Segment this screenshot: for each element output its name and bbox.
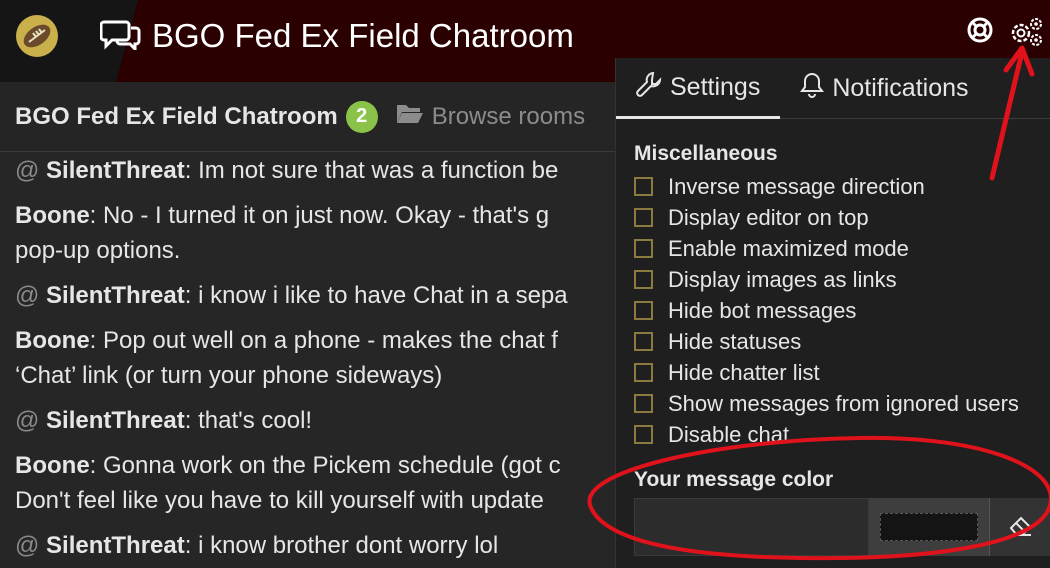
message: Boone: Gonna work on the Pickem schedule… <box>15 448 615 518</box>
message-color-control <box>634 498 1050 556</box>
options-list: Inverse message direction Display editor… <box>634 171 1019 450</box>
option-display-images-as-links[interactable]: Display images as links <box>634 264 1019 295</box>
option-label: Show messages from ignored users <box>668 390 1019 416</box>
room-name[interactable]: BGO Fed Ex Field Chatroom <box>15 103 338 131</box>
wrench-icon <box>636 71 662 104</box>
clear-color-button[interactable] <box>989 498 1050 556</box>
checkbox[interactable] <box>634 363 653 382</box>
mention-at: @ <box>15 157 40 184</box>
message: Boone: No - I turned it on just now. Oka… <box>15 198 615 268</box>
tab-settings-label: Settings <box>670 72 761 101</box>
checkbox[interactable] <box>634 177 653 196</box>
checkbox[interactable] <box>634 332 653 351</box>
message-text: : Im not sure that was a function be <box>184 157 559 184</box>
panel-tabs: Settings Notifications <box>616 58 1050 119</box>
message-list: @ SilentThreat: Im not sure that was a f… <box>0 153 615 568</box>
mention-at: @ <box>15 532 40 559</box>
browse-rooms-label: Browse rooms <box>431 102 586 130</box>
message-author[interactable]: SilentThreat <box>46 407 185 434</box>
option-hide-statuses[interactable]: Hide statuses <box>634 326 1019 357</box>
message: Boone: Pop out well on a phone - makes t… <box>15 323 615 393</box>
browse-rooms-link[interactable]: Browse rooms <box>396 102 585 131</box>
member-count-badge: 2 <box>345 100 378 133</box>
tab-settings[interactable]: Settings <box>616 58 781 119</box>
message-author[interactable]: Boone <box>15 202 90 229</box>
message-text: : i know i like to have Chat in a sepa <box>184 282 568 309</box>
checkbox[interactable] <box>634 270 653 289</box>
message: @ SilentThreat: i know brother dont worr… <box>15 528 615 563</box>
message-author[interactable]: SilentThreat <box>46 157 185 184</box>
header-title: BGO Fed Ex Field Chatroom <box>99 16 574 55</box>
message-text: : that's cool! <box>184 407 313 434</box>
header-icons <box>966 16 1044 51</box>
message-text-continued: pop-up options. <box>15 237 181 264</box>
message-text: : i know brother dont worry lol <box>184 532 499 559</box>
checkbox[interactable] <box>634 394 653 413</box>
option-label: Display images as links <box>668 266 897 292</box>
color-text-input[interactable] <box>634 498 869 556</box>
option-label: Hide chatter list <box>668 359 820 385</box>
message-text-continued: ‘Chat’ link (or turn your phone sideways… <box>15 362 443 389</box>
option-label: Inverse message direction <box>668 173 925 199</box>
message-author[interactable]: SilentThreat <box>46 282 185 309</box>
comments-icon <box>99 16 142 55</box>
settings-panel: Settings Notifications Miscellaneous Inv… <box>615 58 1050 568</box>
option-label: Display editor on top <box>668 204 869 230</box>
checkbox[interactable] <box>634 208 653 227</box>
checkbox[interactable] <box>634 239 653 258</box>
option-label: Disable chat <box>668 421 790 447</box>
gears-icon[interactable] <box>1008 16 1044 51</box>
message-text-continued: Don't feel like you have to kill yoursel… <box>15 487 544 514</box>
message-text: : Gonna work on the Pickem schedule (got… <box>89 452 561 479</box>
color-picker-button[interactable] <box>869 498 989 556</box>
message: @ SilentThreat: that's cool! <box>15 403 615 438</box>
message-text: : No - I turned it on just now. Okay - t… <box>89 202 550 229</box>
option-hide-bot-messages[interactable]: Hide bot messages <box>634 295 1019 326</box>
message: @ SilentThreat: Im not sure that was a f… <box>15 153 615 188</box>
message-color-heading: Your message color <box>634 468 834 491</box>
bell-icon <box>800 72 825 105</box>
eraser-icon <box>1008 513 1034 542</box>
message: @ SilentThreat: i know i like to have Ch… <box>15 278 615 313</box>
lifebuoy-icon[interactable] <box>966 16 994 51</box>
header-title-text: BGO Fed Ex Field Chatroom <box>152 16 574 54</box>
option-hide-chatter-list[interactable]: Hide chatter list <box>634 357 1019 388</box>
message-author[interactable]: SilentThreat <box>46 532 185 559</box>
option-label: Hide statuses <box>668 328 802 354</box>
option-display-editor-on-top[interactable]: Display editor on top <box>634 202 1019 233</box>
option-label: Hide bot messages <box>668 297 857 323</box>
mention-at: @ <box>15 407 40 434</box>
mention-at: @ <box>15 282 40 309</box>
option-show-ignored-users[interactable]: Show messages from ignored users <box>634 388 1019 419</box>
option-enable-maximized-mode[interactable]: Enable maximized mode <box>634 233 1019 264</box>
football-icon[interactable] <box>16 15 58 57</box>
checkbox[interactable] <box>634 425 653 444</box>
message-author[interactable]: Boone <box>15 327 90 354</box>
option-disable-chat[interactable]: Disable chat <box>634 419 1019 450</box>
tab-notifications-label: Notifications <box>832 74 969 102</box>
option-inverse-message-direction[interactable]: Inverse message direction <box>634 171 1019 202</box>
color-swatch <box>880 513 978 541</box>
message-text: : Pop out well on a phone - makes the ch… <box>89 327 558 354</box>
option-label: Enable maximized mode <box>668 235 909 261</box>
message-author[interactable]: Boone <box>15 452 90 479</box>
tab-notifications[interactable]: Notifications <box>780 58 988 119</box>
folder-open-icon <box>396 102 424 131</box>
miscellaneous-heading: Miscellaneous <box>634 142 778 165</box>
room-bar: BGO Fed Ex Field Chatroom 2 Browse rooms <box>0 82 615 152</box>
checkbox[interactable] <box>634 301 653 320</box>
